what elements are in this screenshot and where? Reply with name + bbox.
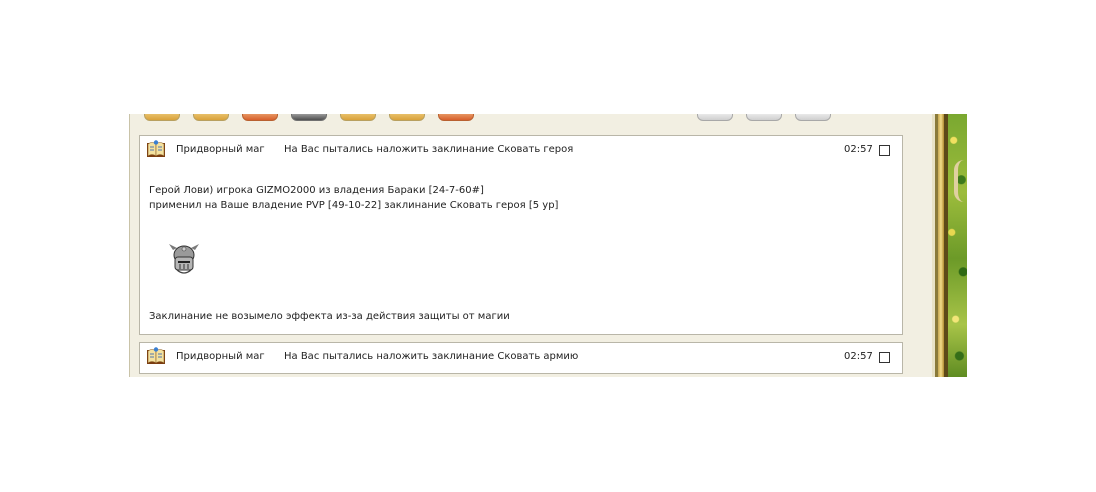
toolbar-button-4[interactable] (291, 114, 327, 121)
message-result: Заклинание не возымело эффекта из-за дей… (149, 311, 510, 322)
message-header[interactable]: Придворный маг На Вас пытались наложить … (140, 343, 902, 369)
message-subject[interactable]: На Вас пытались наложить заклинание Сков… (284, 351, 578, 362)
toolbar-button-2[interactable] (193, 114, 229, 121)
message-select-checkbox[interactable] (879, 145, 890, 156)
message-sender: Придворный маг (176, 351, 265, 362)
message-body-line: применил на Ваше владение PVP [49-10-22]… (149, 200, 559, 211)
toolbar-button-9[interactable] (746, 114, 782, 121)
message-select-checkbox[interactable] (879, 352, 890, 363)
message-item: Придворный маг На Вас пытались наложить … (139, 135, 903, 335)
helmet-icon (169, 244, 199, 274)
toolbar-button-1[interactable] (144, 114, 180, 121)
message-item: Придворный маг На Вас пытались наложить … (139, 342, 903, 374)
book-icon (147, 347, 165, 364)
message-time: 02:57 (844, 351, 873, 362)
messages-panel: Придворный маг На Вас пытались наложить … (129, 114, 932, 377)
message-body-line: Герой Лови) игрока GIZMO2000 из владения… (149, 185, 484, 196)
message-header[interactable]: Придворный маг На Вас пытались наложить … (140, 136, 902, 162)
toolbar-button-7[interactable] (438, 114, 474, 121)
book-icon (147, 140, 165, 157)
toolbar-button-6[interactable] (389, 114, 425, 121)
toolbar-button-10[interactable] (795, 114, 831, 121)
map-background (948, 114, 967, 377)
message-sender: Придворный маг (176, 144, 265, 155)
toolbar-button-8[interactable] (697, 114, 733, 121)
top-toolbar (130, 114, 933, 122)
decorative-frame (932, 114, 967, 377)
message-subject[interactable]: На Вас пытались наложить заклинание Сков… (284, 144, 573, 155)
message-time: 02:57 (844, 144, 873, 155)
toolbar-button-3[interactable] (242, 114, 278, 121)
map-road (954, 160, 966, 202)
game-viewport: Придворный маг На Вас пытались наложить … (129, 114, 967, 377)
toolbar-button-5[interactable] (340, 114, 376, 121)
